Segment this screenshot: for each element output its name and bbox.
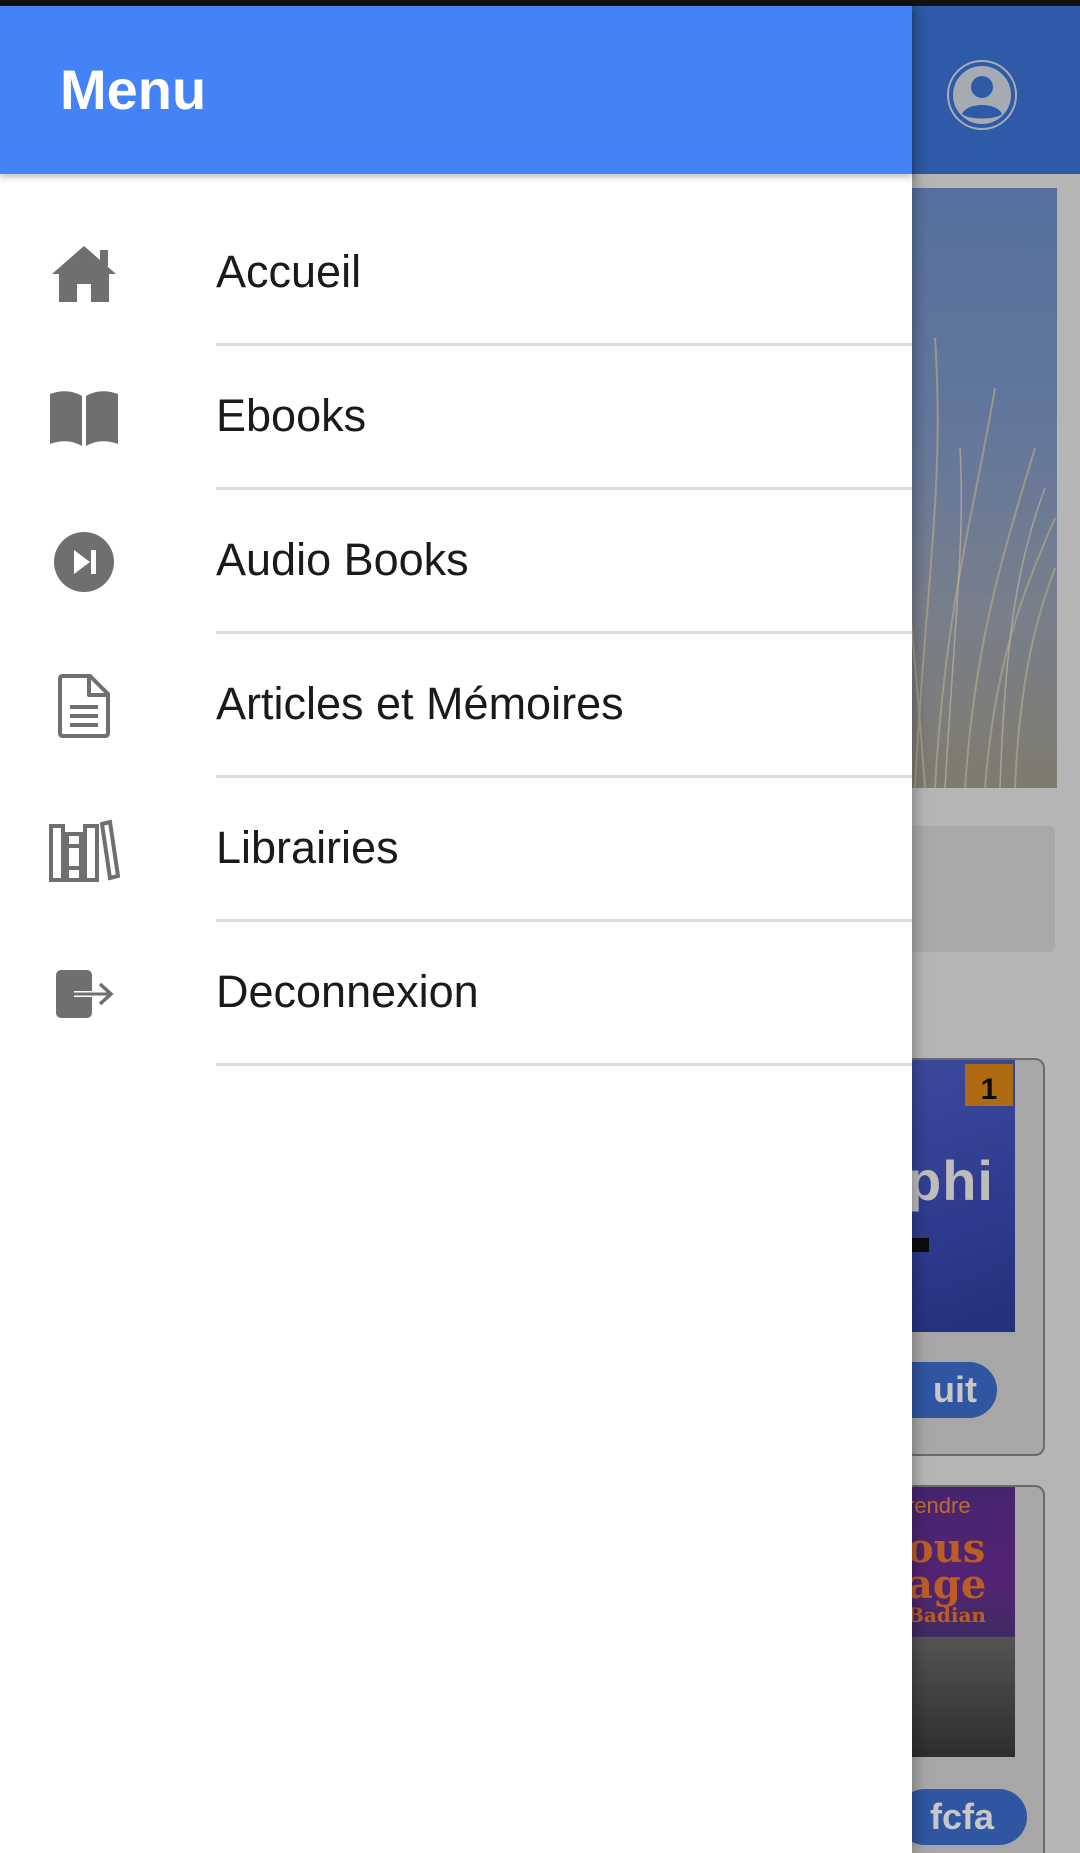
divider [216,1063,912,1066]
skip-next-circle-icon [48,526,120,598]
book-open-icon [48,382,120,454]
menu-item-articles[interactable]: Articles et Mémoires [0,634,912,778]
menu-item-label: Articles et Mémoires [216,678,624,729]
menu-item-audio-books[interactable]: Audio Books [0,490,912,634]
drawer-menu: Accueil Ebooks Audio Books Articles et M… [0,202,912,1066]
library-books-icon [48,814,120,886]
menu-item-accueil[interactable]: Accueil [0,202,912,346]
logout-icon [48,958,120,1030]
menu-item-label: Accueil [216,246,362,297]
drawer-title: Menu [60,58,207,121]
menu-item-label: Ebooks [216,390,367,441]
navigation-drawer: Menu Accueil Ebooks Audio Books Articles… [0,6,912,1853]
menu-item-label: Librairies [216,822,399,873]
menu-item-librairies[interactable]: Librairies [0,778,912,922]
home-icon [48,238,120,310]
menu-item-label: Audio Books [216,534,469,585]
menu-item-label: Deconnexion [216,966,479,1017]
document-icon [48,670,120,742]
drawer-header: Menu [0,6,912,174]
menu-item-ebooks[interactable]: Ebooks [0,346,912,490]
menu-item-deconnexion[interactable]: Deconnexion [0,922,912,1066]
